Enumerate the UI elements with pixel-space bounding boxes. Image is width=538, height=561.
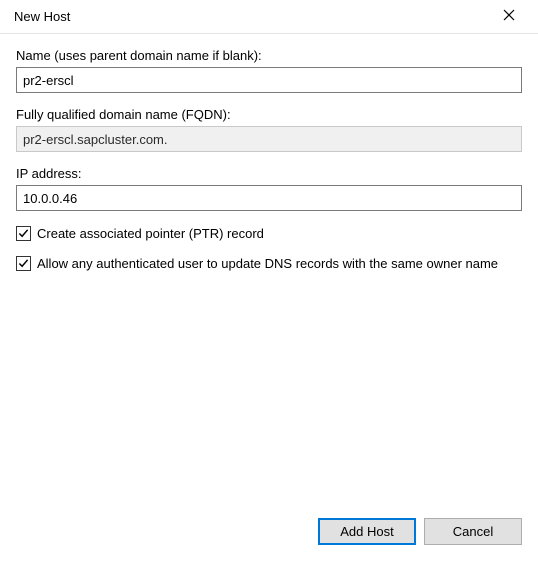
cancel-button[interactable]: Cancel xyxy=(424,518,522,545)
fqdn-field-group: Fully qualified domain name (FQDN): pr2-… xyxy=(16,107,522,152)
ip-input[interactable] xyxy=(16,185,522,211)
fqdn-display: pr2-erscl.sapcluster.com. xyxy=(16,126,522,152)
allow-update-checkbox-row[interactable]: Allow any authenticated user to update D… xyxy=(16,255,522,273)
ptr-checkbox-label: Create associated pointer (PTR) record xyxy=(37,225,522,243)
titlebar: New Host xyxy=(0,0,538,34)
dialog-content: Name (uses parent domain name if blank):… xyxy=(0,34,538,272)
button-bar: Add Host Cancel xyxy=(318,518,522,545)
ip-label: IP address: xyxy=(16,166,522,181)
checkmark-icon xyxy=(18,258,29,269)
name-input[interactable] xyxy=(16,67,522,93)
ptr-checkbox[interactable] xyxy=(16,226,31,241)
checkmark-icon xyxy=(18,228,29,239)
window-title: New Host xyxy=(14,9,70,24)
fqdn-label: Fully qualified domain name (FQDN): xyxy=(16,107,522,122)
allow-update-checkbox-label: Allow any authenticated user to update D… xyxy=(37,255,522,273)
ip-field-group: IP address: xyxy=(16,166,522,211)
close-button[interactable] xyxy=(488,2,530,32)
allow-update-checkbox[interactable] xyxy=(16,256,31,271)
close-icon xyxy=(503,9,515,24)
ptr-checkbox-row[interactable]: Create associated pointer (PTR) record xyxy=(16,225,522,243)
name-label: Name (uses parent domain name if blank): xyxy=(16,48,522,63)
add-host-button[interactable]: Add Host xyxy=(318,518,416,545)
name-field-group: Name (uses parent domain name if blank): xyxy=(16,48,522,93)
